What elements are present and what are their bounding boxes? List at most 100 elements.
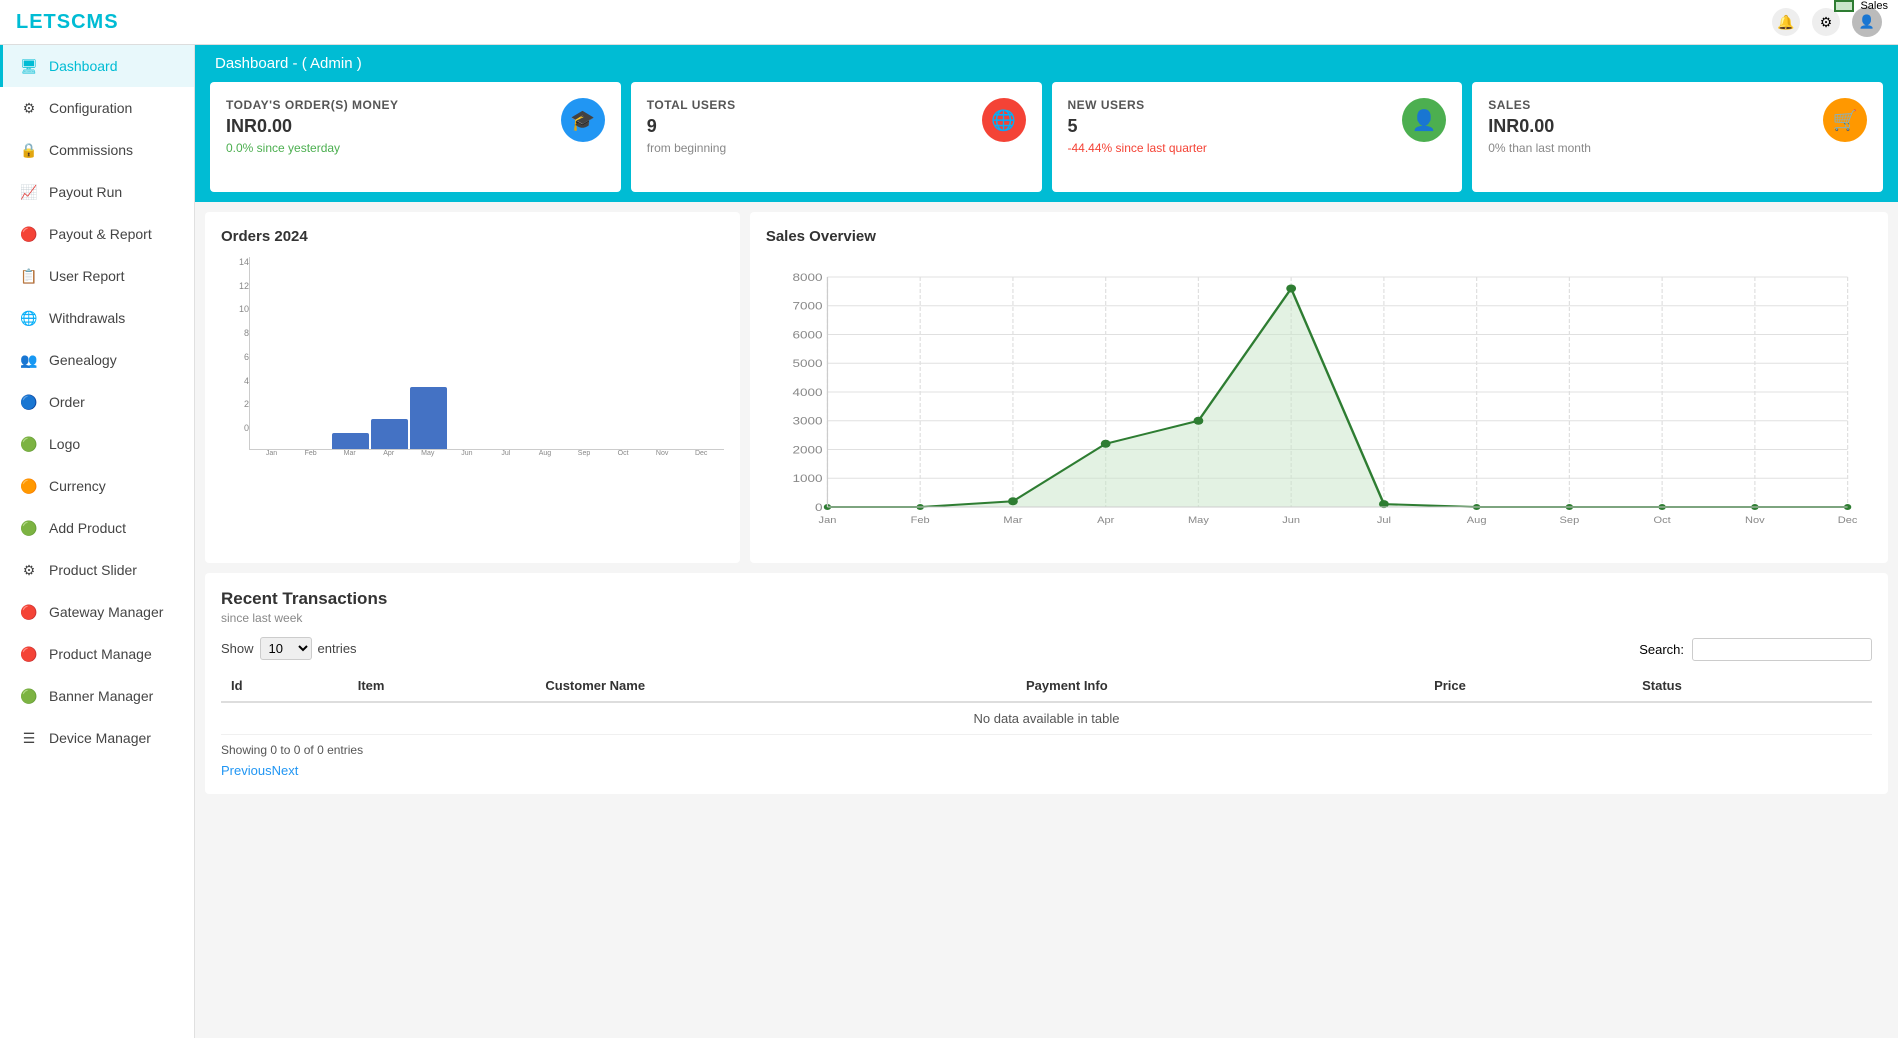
entries-select[interactable]: 10 25 50 100 bbox=[260, 637, 312, 660]
table-column-header: Item bbox=[348, 670, 536, 702]
stat-title: TODAY'S ORDER(S) MONEY bbox=[226, 98, 605, 112]
sidebar-item-dashboard[interactable]: 🖥 Dashboard bbox=[0, 45, 194, 87]
sidebar-item-product-manage[interactable]: 🔴 Product Manage bbox=[0, 633, 194, 675]
next-link[interactable]: Next bbox=[272, 763, 299, 778]
svg-text:Jul: Jul bbox=[1377, 516, 1391, 526]
stat-card-total-users: TOTAL USERS 9 from beginning 🌐 bbox=[631, 82, 1042, 192]
stat-value: 5 bbox=[1068, 116, 1447, 137]
sidebar: 🖥 Dashboard ⚙ Configuration 🔒 Commission… bbox=[0, 45, 195, 1038]
table-header: IdItemCustomer NamePayment InfoPriceStat… bbox=[221, 670, 1872, 702]
sidebar-label-genealogy: Genealogy bbox=[49, 352, 117, 368]
sidebar-label-withdrawals: Withdrawals bbox=[49, 310, 125, 326]
sidebar-item-order[interactable]: 🔵 Order bbox=[0, 381, 194, 423]
bar-label: Jan bbox=[253, 450, 290, 457]
bar-group bbox=[254, 257, 291, 449]
svg-text:3000: 3000 bbox=[792, 415, 822, 427]
table-column-header: Payment Info bbox=[1016, 670, 1424, 702]
sidebar-label-user-report: User Report bbox=[49, 268, 124, 284]
search-label: Search: bbox=[1639, 642, 1684, 657]
stat-card-sales: SALES INR0.00 0% than last month 🛒 bbox=[1472, 82, 1883, 192]
sidebar-item-payout-report[interactable]: 🔴 Payout & Report bbox=[0, 213, 194, 255]
search-row: Search: bbox=[1639, 638, 1872, 661]
svg-text:Jun: Jun bbox=[1282, 516, 1300, 526]
sidebar-label-logo: Logo bbox=[49, 436, 80, 452]
bar-label: May bbox=[409, 450, 446, 457]
table-column-header: Id bbox=[221, 670, 348, 702]
bar-group bbox=[488, 257, 525, 449]
add-product-icon: 🟢 bbox=[19, 518, 39, 538]
notifications-icon[interactable]: 🔔 bbox=[1772, 8, 1800, 36]
table-column-header: Status bbox=[1632, 670, 1872, 702]
sidebar-item-genealogy[interactable]: 👥 Genealogy bbox=[0, 339, 194, 381]
dashboard-icon: 🖥 bbox=[19, 56, 39, 76]
sidebar-item-commissions[interactable]: 🔒 Commissions bbox=[0, 129, 194, 171]
search-input[interactable] bbox=[1692, 638, 1872, 661]
sidebar-label-product-slider: Product Slider bbox=[49, 562, 137, 578]
stat-value: INR0.00 bbox=[1488, 116, 1867, 137]
configuration-icon: ⚙ bbox=[19, 98, 39, 118]
stat-card-today-s-order-s--money: TODAY'S ORDER(S) MONEY INR0.00 0.0% sinc… bbox=[210, 82, 621, 192]
table-body: No data available in table bbox=[221, 702, 1872, 735]
sidebar-item-currency[interactable]: 🟠 Currency bbox=[0, 465, 194, 507]
prev-link[interactable]: Previous bbox=[221, 763, 272, 778]
table-footer: Showing 0 to 0 of 0 entries Previous Nex… bbox=[221, 743, 1872, 778]
svg-text:0: 0 bbox=[815, 501, 823, 513]
svg-text:Oct: Oct bbox=[1653, 516, 1670, 526]
show-label: Show bbox=[221, 641, 254, 656]
sidebar-item-user-report[interactable]: 📋 User Report bbox=[0, 255, 194, 297]
svg-text:1000: 1000 bbox=[792, 472, 822, 484]
sidebar-item-gateway-manager[interactable]: 🔴 Gateway Manager bbox=[0, 591, 194, 633]
sidebar-label-order: Order bbox=[49, 394, 85, 410]
bar-group bbox=[644, 257, 681, 449]
sidebar-item-device-manager[interactable]: ☰ Device Manager bbox=[0, 717, 194, 759]
sidebar-item-payout-run[interactable]: 📈 Payout Run bbox=[0, 171, 194, 213]
sidebar-item-add-product[interactable]: 🟢 Add Product bbox=[0, 507, 194, 549]
product-manage-icon: 🔴 bbox=[19, 644, 39, 664]
sidebar-label-device-manager: Device Manager bbox=[49, 730, 151, 746]
stat-sub: from beginning bbox=[647, 141, 1026, 155]
orders-chart-title: Orders 2024 bbox=[221, 228, 724, 245]
no-data-row: No data available in table bbox=[221, 702, 1872, 735]
header-title: Dashboard - ( Admin ) bbox=[215, 55, 362, 72]
payout-report-icon: 🔴 bbox=[19, 224, 39, 244]
sidebar-item-banner-manager[interactable]: 🟢 Banner Manager bbox=[0, 675, 194, 717]
svg-text:8000: 8000 bbox=[792, 271, 822, 283]
no-data-cell: No data available in table bbox=[221, 702, 1872, 735]
svg-text:Aug: Aug bbox=[1467, 516, 1487, 526]
y-label: 12 bbox=[239, 281, 249, 291]
table-column-header: Price bbox=[1424, 670, 1632, 702]
table-header-row: IdItemCustomer NamePayment InfoPriceStat… bbox=[221, 670, 1872, 702]
svg-text:2000: 2000 bbox=[792, 444, 822, 456]
svg-text:5000: 5000 bbox=[792, 357, 822, 369]
brand-logo[interactable]: LETSCMS bbox=[16, 11, 119, 34]
bar-group bbox=[449, 257, 486, 449]
pagination: Previous Next bbox=[221, 763, 1872, 778]
y-label: 10 bbox=[239, 304, 249, 314]
github-icon[interactable]: ⚙ bbox=[1812, 8, 1840, 36]
stat-sub: -44.44% since last quarter bbox=[1068, 141, 1447, 155]
svg-text:Nov: Nov bbox=[1745, 516, 1765, 526]
show-entries: Show 10 25 50 100 entries bbox=[221, 637, 357, 660]
bar-label: Jul bbox=[487, 450, 524, 457]
bar-label: Apr bbox=[370, 450, 407, 457]
sidebar-label-add-product: Add Product bbox=[49, 520, 126, 536]
main-header: Dashboard - ( Admin ) bbox=[195, 45, 1898, 82]
stat-icon: 🛒 bbox=[1823, 98, 1867, 142]
sidebar-label-payout-report: Payout & Report bbox=[49, 226, 152, 242]
bar-label: Nov bbox=[644, 450, 681, 457]
svg-text:7000: 7000 bbox=[792, 300, 822, 312]
commissions-icon: 🔒 bbox=[19, 140, 39, 160]
sidebar-item-configuration[interactable]: ⚙ Configuration bbox=[0, 87, 194, 129]
stat-icon: 🎓 bbox=[561, 98, 605, 142]
sidebar-item-logo[interactable]: 🟢 Logo bbox=[0, 423, 194, 465]
order-icon: 🔵 bbox=[19, 392, 39, 412]
sidebar-item-withdrawals[interactable]: 🌐 Withdrawals bbox=[0, 297, 194, 339]
stat-icon: 🌐 bbox=[982, 98, 1026, 142]
bar-labels-row: JanFebMarAprMayJunJulAugSepOctNovDec bbox=[249, 450, 724, 457]
stat-title: NEW USERS bbox=[1068, 98, 1447, 112]
sidebar-item-product-slider[interactable]: ⚙ Product Slider bbox=[0, 549, 194, 591]
user-report-icon: 📋 bbox=[19, 266, 39, 286]
svg-text:May: May bbox=[1188, 516, 1210, 526]
stat-title: SALES bbox=[1488, 98, 1867, 112]
bar-label: Mar bbox=[331, 450, 368, 457]
